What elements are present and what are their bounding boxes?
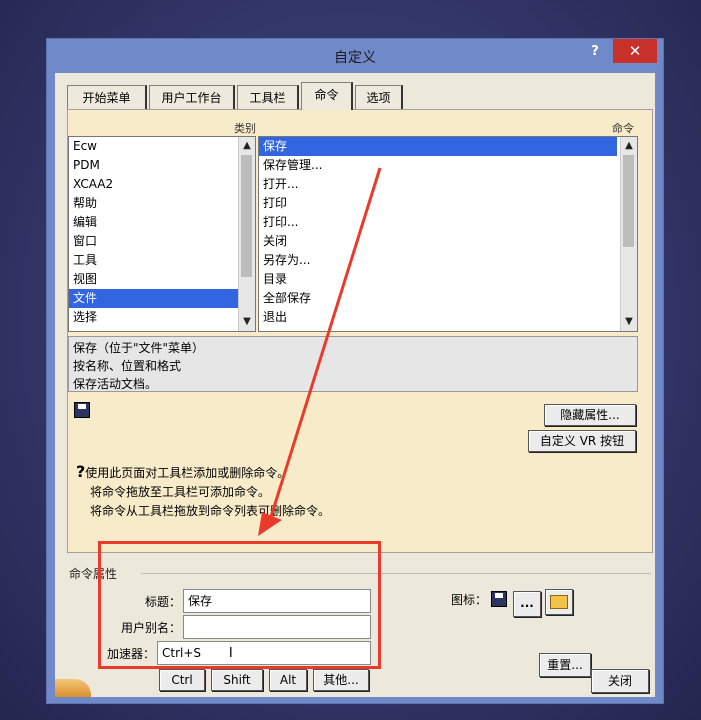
annotation-arrow-head — [258, 512, 282, 536]
annotation-arrow-line — [268, 167, 382, 521]
tab-commands[interactable]: 命令 — [301, 82, 353, 110]
